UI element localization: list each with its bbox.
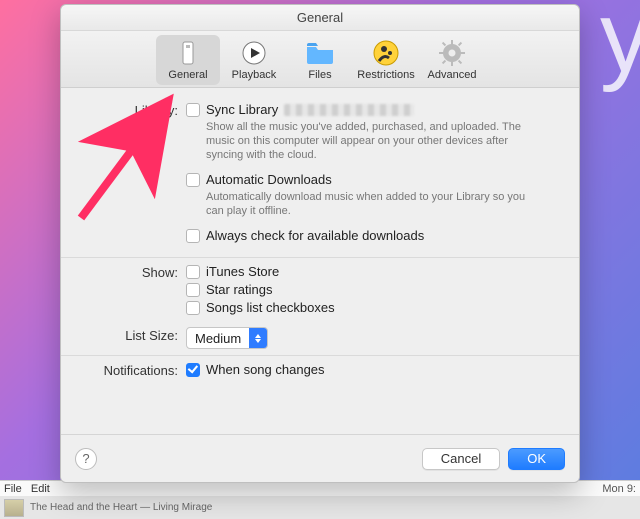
label-list-size: List Size: (81, 327, 186, 343)
checkbox-itunes-store[interactable] (186, 265, 200, 279)
preferences-content: Library: Sync Library Show all the music… (61, 88, 579, 434)
tab-restrictions[interactable]: Restrictions (354, 35, 418, 85)
separator (61, 355, 579, 356)
tab-label: General (156, 69, 220, 81)
window-title: General (61, 5, 579, 31)
tab-playback[interactable]: Playback (222, 35, 286, 85)
checkbox-star-ratings[interactable] (186, 283, 200, 297)
menubar-clock: Mon 9: (602, 483, 636, 495)
now-playing-strip: The Head and the Heart — Living Mirage (0, 496, 640, 519)
desc-auto-downloads: Automatically download music when added … (206, 190, 526, 218)
chevron-up-down-icon (249, 328, 267, 348)
folder-icon (306, 39, 334, 67)
checkbox-label: Songs list checkboxes (206, 300, 335, 315)
tab-files[interactable]: Files (288, 35, 352, 85)
redacted-account (284, 104, 414, 116)
background-glyph: y (600, 0, 640, 95)
desc-sync-library: Show all the music you've added, purchas… (206, 120, 526, 162)
cancel-button[interactable]: Cancel (422, 448, 500, 470)
label-show: Show: (81, 264, 186, 280)
preferences-toolbar: General Playback Files Restrictions Adva… (61, 31, 579, 88)
album-art-thumb (4, 499, 24, 517)
tab-label: Advanced (420, 69, 484, 81)
select-value: Medium (187, 331, 249, 346)
play-icon (240, 39, 268, 67)
tab-label: Playback (222, 69, 286, 81)
checkbox-check-downloads[interactable] (186, 229, 200, 243)
slider-icon (174, 39, 202, 67)
checkbox-label: Sync Library (206, 102, 278, 117)
help-button[interactable]: ? (75, 448, 97, 470)
checkbox-label: When song changes (206, 362, 325, 377)
tab-general[interactable]: General (156, 35, 220, 85)
select-list-size[interactable]: Medium (186, 327, 268, 349)
checkbox-label: Always check for available downloads (206, 228, 424, 243)
preferences-window: General General Playback Files Restricti… (60, 4, 580, 483)
ok-button[interactable]: OK (508, 448, 565, 470)
separator (61, 257, 579, 258)
checkbox-label: iTunes Store (206, 264, 279, 279)
checkbox-sync-library[interactable] (186, 103, 200, 117)
tab-advanced[interactable]: Advanced (420, 35, 484, 85)
checkbox-label: Automatic Downloads (206, 172, 332, 187)
now-playing-track: The Head and the Heart — Living Mirage (30, 502, 212, 513)
tab-label: Restrictions (354, 69, 418, 81)
checkbox-auto-downloads[interactable] (186, 173, 200, 187)
checkbox-when-song-changes[interactable] (186, 363, 200, 377)
gear-icon (438, 39, 466, 67)
label-notifications: Notifications: (81, 362, 186, 378)
menu-file[interactable]: File (4, 483, 22, 495)
dialog-footer: ? Cancel OK (61, 434, 579, 482)
parental-icon (372, 39, 400, 67)
checkbox-label: Star ratings (206, 282, 272, 297)
tab-label: Files (288, 69, 352, 81)
menu-edit[interactable]: Edit (31, 483, 50, 495)
label-library: Library: (81, 102, 186, 118)
checkbox-songs-list[interactable] (186, 301, 200, 315)
